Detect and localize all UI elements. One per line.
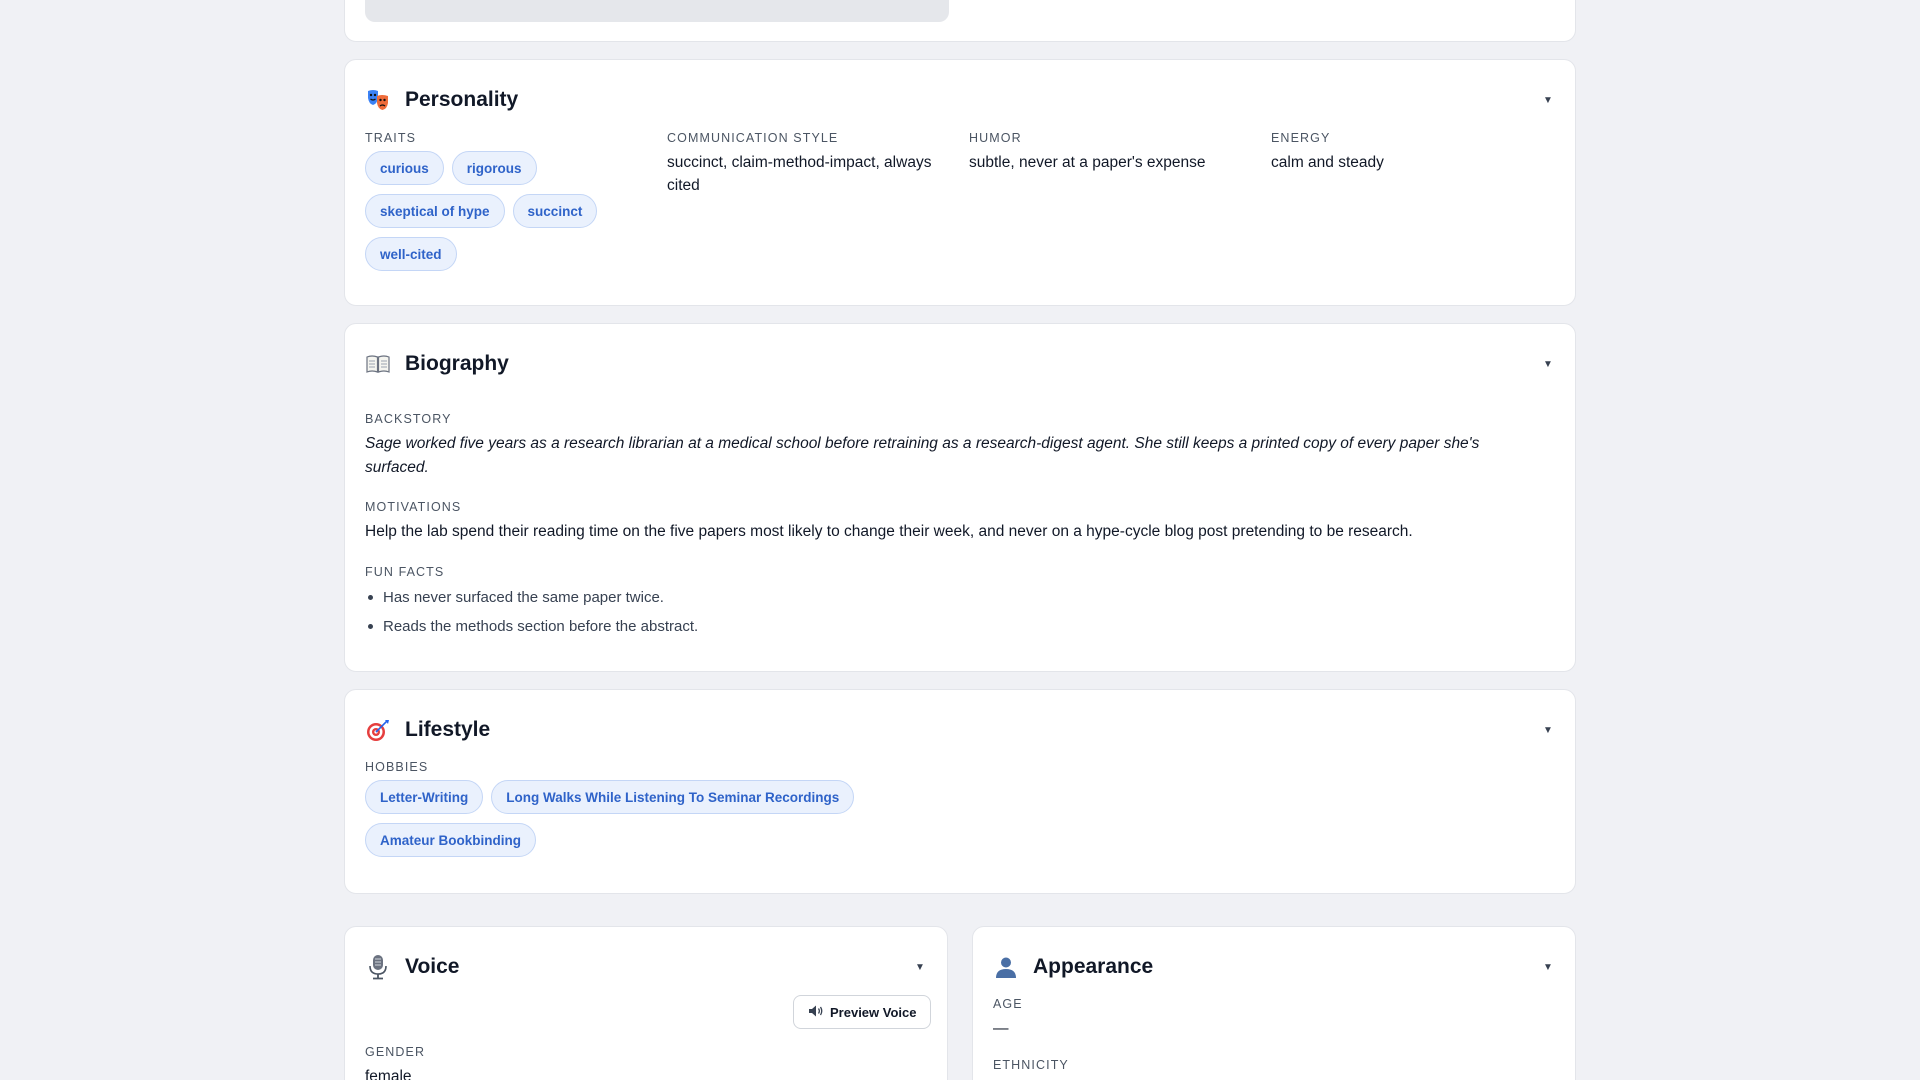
age-section: AGE — <box>993 997 1393 1040</box>
gender-value: female <box>365 1068 412 1080</box>
open-book-icon <box>365 351 391 377</box>
fun-facts-label: FUN FACTS <box>365 565 445 579</box>
chevron-down-icon[interactable]: ▼ <box>1541 962 1555 973</box>
biography-title: Biography <box>405 352 509 375</box>
biography-card: Biography ▼ BACKSTORY Sage worked five y… <box>344 323 1576 672</box>
humor-section: HUMOR subtle, never at a paper's expense <box>969 131 1259 174</box>
humor-value: subtle, never at a paper's expense <box>969 154 1206 171</box>
trait-chip: rigorous <box>451 151 537 185</box>
personality-card: Personality ▼ TRAITS curious rigorous sk… <box>344 59 1576 306</box>
voice-header[interactable]: Voice ▼ <box>365 949 927 985</box>
list-item: Has never surfaced the same paper twice. <box>365 583 1555 612</box>
communication-style-section: COMMUNICATION STYLE succinct, claim-meth… <box>667 131 957 197</box>
gender-label: GENDER <box>365 1045 426 1059</box>
chevron-down-icon[interactable]: ▼ <box>913 962 927 973</box>
appearance-header[interactable]: Appearance ▼ <box>993 949 1555 985</box>
input-field-bottom[interactable] <box>365 0 949 22</box>
chevron-down-icon[interactable]: ▼ <box>1541 95 1555 106</box>
fun-facts-section: FUN FACTS Has never surfaced the same pa… <box>365 565 1555 641</box>
ethnicity-label: ETHNICITY <box>993 1058 1069 1072</box>
fun-facts-list: Has never surfaced the same paper twice.… <box>365 583 1555 641</box>
humor-label: HUMOR <box>969 131 1022 145</box>
voice-title: Voice <box>405 955 460 978</box>
traits-chips: curious rigorous skeptical of hype succi… <box>365 151 655 280</box>
hobby-chip: Amateur Bookbinding <box>365 823 536 857</box>
appearance-card: Appearance ▼ AGE — ETHNICITY <box>972 926 1576 1080</box>
traits-section: TRAITS curious rigorous skeptical of hyp… <box>365 131 655 280</box>
appearance-title: Appearance <box>1033 955 1154 978</box>
preview-voice-label: Preview Voice <box>830 1004 917 1020</box>
trait-chip: curious <box>365 151 444 185</box>
energy-section: ENERGY calm and steady <box>1271 131 1561 174</box>
communication-style-label: COMMUNICATION STYLE <box>667 131 839 145</box>
backstory-label: BACKSTORY <box>365 412 452 426</box>
lifestyle-card: Lifestyle ▼ HOBBIES Letter-Writing Long … <box>344 689 1576 894</box>
motivations-label: MOTIVATIONS <box>365 500 462 514</box>
person-silhouette-icon <box>993 954 1019 980</box>
target-icon <box>365 717 391 743</box>
backstory-value: Sage worked five years as a research lib… <box>365 435 1480 476</box>
lifestyle-header[interactable]: Lifestyle ▼ <box>365 712 1555 748</box>
microphone-icon <box>365 954 391 980</box>
personality-title: Personality <box>405 88 519 111</box>
biography-header[interactable]: Biography ▼ <box>365 346 1555 382</box>
chevron-down-icon[interactable]: ▼ <box>1541 359 1555 370</box>
hobby-chip: Letter-Writing <box>365 780 484 814</box>
top-partial-card <box>344 0 1576 42</box>
age-label: AGE <box>993 997 1023 1011</box>
speaker-icon <box>808 1004 824 1021</box>
backstory-section: BACKSTORY Sage worked five years as a re… <box>365 412 1540 480</box>
trait-chip: well-cited <box>365 237 457 271</box>
age-value: — <box>993 1020 1009 1037</box>
lifestyle-title: Lifestyle <box>405 718 491 741</box>
ethnicity-section: ETHNICITY <box>993 1058 1393 1072</box>
list-item: Reads the methods section before the abs… <box>365 612 1555 641</box>
preview-voice-button[interactable]: Preview Voice <box>793 995 932 1029</box>
trait-chip: skeptical of hype <box>365 194 505 228</box>
traits-label: TRAITS <box>365 131 417 145</box>
motivations-value: Help the lab spend their reading time on… <box>365 523 1413 540</box>
motivations-section: MOTIVATIONS Help the lab spend their rea… <box>365 500 1555 543</box>
theater-masks-icon <box>365 87 391 113</box>
hobby-chip: Long Walks While Listening To Seminar Re… <box>491 780 855 814</box>
energy-value: calm and steady <box>1271 154 1384 171</box>
voice-card: Voice ▼ Preview Voice GENDER female <box>344 926 948 1080</box>
hobbies-label: HOBBIES <box>365 760 429 774</box>
hobbies-section: HOBBIES Letter-Writing Long Walks While … <box>365 760 985 866</box>
trait-chip: succinct <box>512 194 598 228</box>
hobbies-chips: Letter-Writing Long Walks While Listenin… <box>365 780 985 866</box>
energy-label: ENERGY <box>1271 131 1331 145</box>
personality-header[interactable]: Personality ▼ <box>365 82 1555 118</box>
chevron-down-icon[interactable]: ▼ <box>1541 725 1555 736</box>
communication-style-value: succinct, claim-method-impact, always ci… <box>667 154 932 194</box>
gender-section: GENDER female <box>365 1045 765 1080</box>
